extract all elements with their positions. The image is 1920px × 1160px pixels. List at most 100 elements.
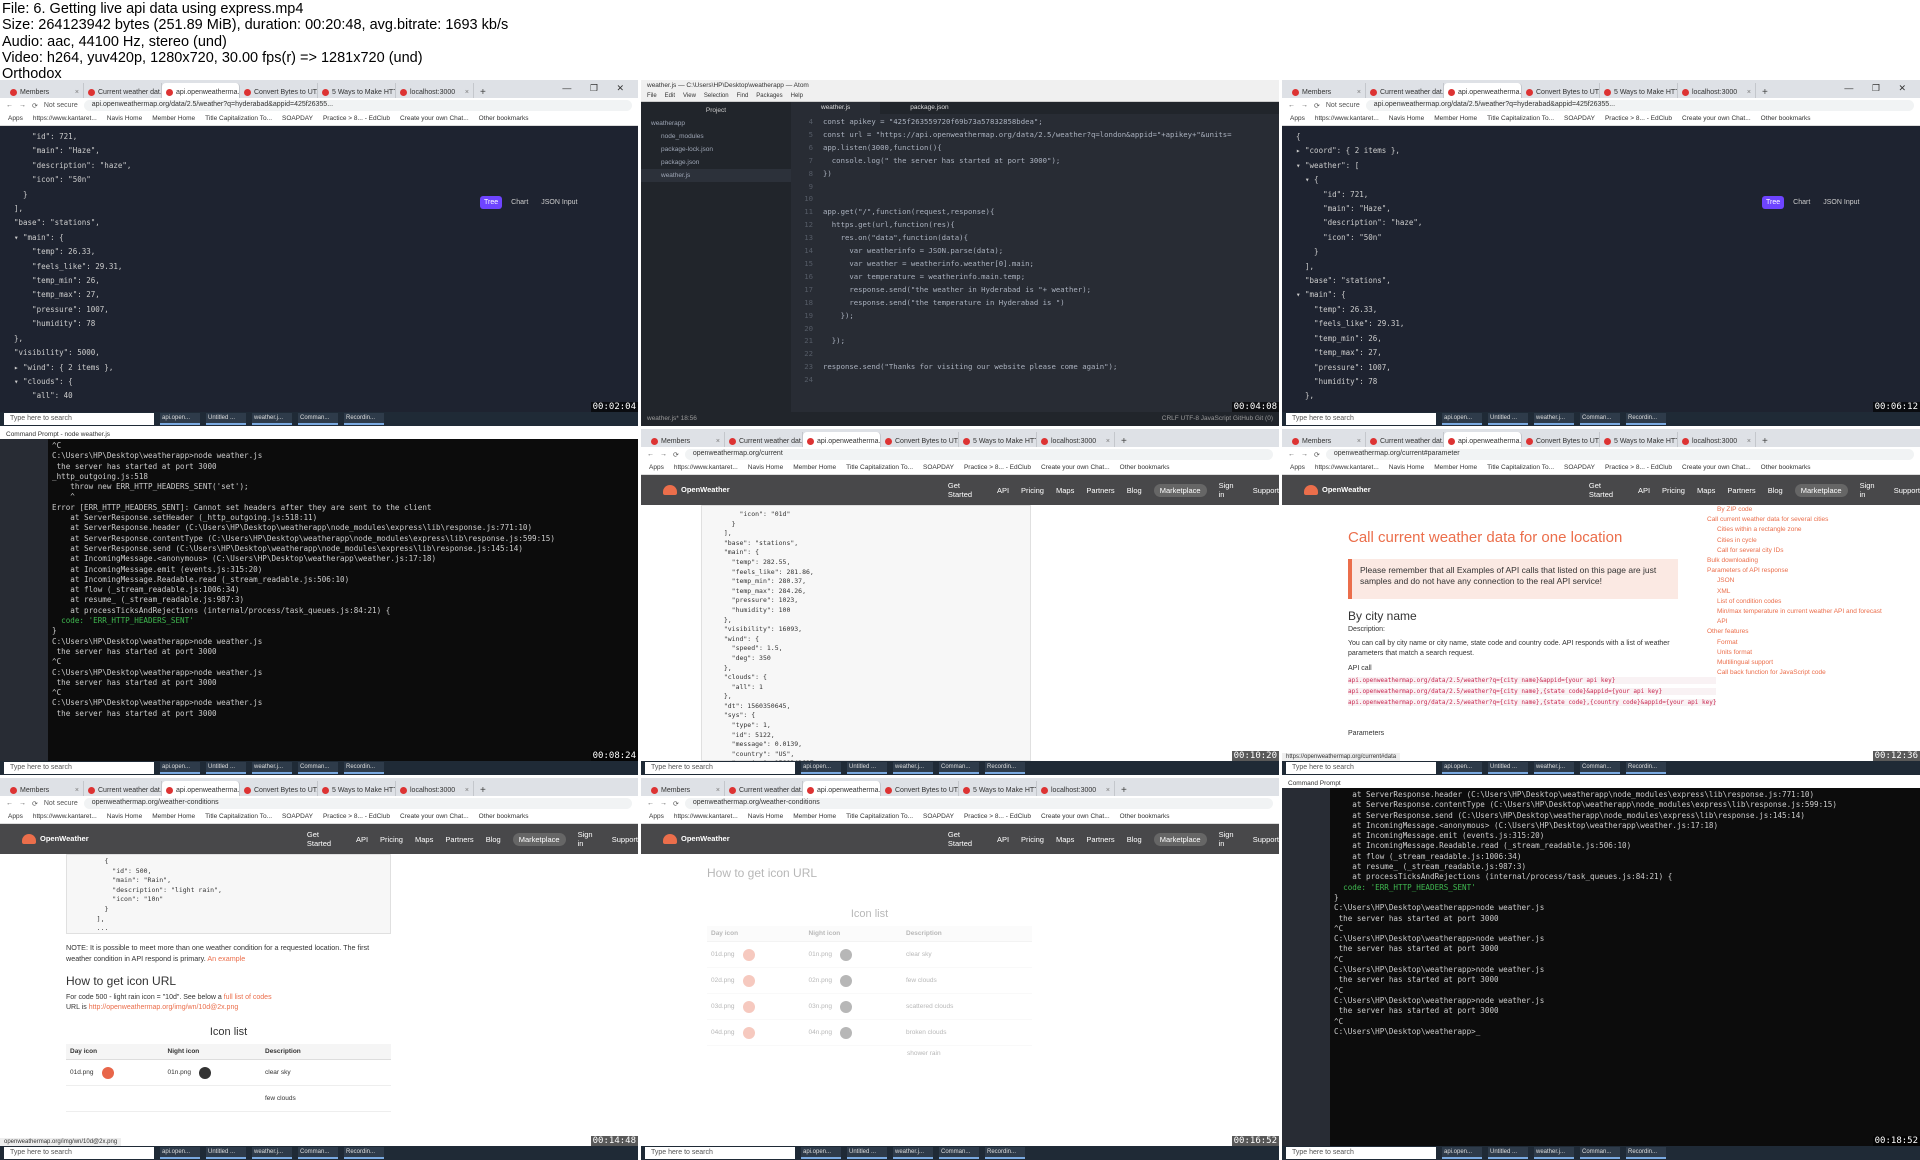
taskbar-app[interactable]: Comman... bbox=[298, 1147, 338, 1159]
bookmark-item[interactable]: Navis Home bbox=[1389, 464, 1424, 472]
window-controls[interactable]: — ❐ ✕ bbox=[562, 83, 632, 94]
taskbar-app[interactable]: api.open... bbox=[160, 413, 200, 425]
nav-item[interactable]: Marketplace bbox=[512, 832, 566, 846]
tree-item[interactable]: weatherapp bbox=[641, 117, 791, 130]
browser-tab[interactable]: api.openweatherma...× bbox=[803, 432, 881, 447]
codes-link[interactable]: full list of codes bbox=[224, 994, 272, 1001]
menu-item[interactable]: Packages bbox=[756, 93, 782, 100]
nav-item[interactable]: Get Started bbox=[948, 481, 985, 499]
side-nav-link[interactable]: Call back function for JavaScript code bbox=[1707, 668, 1887, 678]
bookmark-item[interactable]: Practice > 8... - EdClub bbox=[323, 813, 390, 821]
taskbar-app[interactable]: Comman... bbox=[1580, 413, 1620, 425]
taskbar-app[interactable]: Comman... bbox=[939, 1147, 979, 1159]
browser-tab[interactable]: localhost:3000 × bbox=[1678, 432, 1756, 447]
browser-tab[interactable]: Convert Bytes to UT...× bbox=[240, 83, 318, 98]
json-view-chart-button[interactable]: Chart bbox=[507, 196, 532, 209]
browser-tab[interactable]: 5 Ways to Make HTT...× bbox=[318, 83, 396, 98]
bookmark-item[interactable]: Practice > 8... - EdClub bbox=[323, 115, 390, 123]
bookmark-item[interactable]: SOAPDAY bbox=[282, 813, 313, 821]
openweather-logo[interactable]: OpenWeather bbox=[1304, 485, 1449, 495]
browser-tab[interactable]: Convert Bytes to UT...× bbox=[881, 781, 959, 796]
nav-item[interactable]: API bbox=[997, 835, 1009, 844]
taskbar-app[interactable]: api.open... bbox=[801, 762, 841, 774]
forward-icon[interactable]: → bbox=[1301, 451, 1308, 458]
side-nav-link[interactable]: JSON bbox=[1707, 576, 1887, 586]
bookmark-item[interactable]: https://www.kantaret... bbox=[1315, 464, 1379, 472]
browser-tab[interactable]: 5 Ways to Make HTT...× bbox=[318, 781, 396, 796]
bookmark-item[interactable]: Title Capitalization To... bbox=[205, 813, 272, 821]
menu-item[interactable]: Edit bbox=[665, 93, 675, 100]
bookmark-item[interactable]: SOAPDAY bbox=[923, 464, 954, 472]
side-nav-link[interactable]: Units format bbox=[1707, 648, 1887, 658]
bookmark-item[interactable]: Apps bbox=[8, 115, 23, 123]
icon-url-link[interactable]: http://openweathermap.org/img/wn/10d@2x.… bbox=[89, 1004, 239, 1011]
bookmark-item[interactable]: Other bookmarks bbox=[1761, 115, 1811, 123]
browser-tab[interactable]: localhost:3000 × bbox=[1037, 432, 1115, 447]
new-tab-icon[interactable]: + bbox=[1115, 785, 1133, 796]
bookmark-item[interactable]: Create your own Chat... bbox=[1041, 464, 1110, 472]
taskbar-app[interactable]: Recordin... bbox=[985, 762, 1025, 774]
side-nav-link[interactable]: Other features bbox=[1707, 627, 1887, 637]
reload-icon[interactable]: ⟳ bbox=[32, 800, 38, 808]
taskbar-app[interactable]: weather.j... bbox=[252, 413, 292, 425]
reload-icon[interactable]: ⟳ bbox=[32, 102, 38, 110]
tree-item[interactable]: package-lock.json bbox=[641, 143, 791, 156]
browser-tab[interactable]: Convert Bytes to UT...× bbox=[1522, 83, 1600, 98]
close-tab-icon[interactable]: × bbox=[1747, 89, 1751, 96]
close-tab-icon[interactable]: × bbox=[465, 787, 469, 794]
url-input[interactable]: openweathermap.org/current#parameter bbox=[1325, 449, 1914, 460]
bookmark-item[interactable]: Navis Home bbox=[1389, 115, 1424, 123]
bookmark-item[interactable]: Navis Home bbox=[748, 464, 783, 472]
nav-item[interactable]: Pricing bbox=[1662, 486, 1685, 495]
close-tab-icon[interactable]: × bbox=[1106, 438, 1110, 445]
side-nav-link[interactable]: By ZIP code bbox=[1707, 505, 1887, 515]
bookmark-item[interactable]: SOAPDAY bbox=[1564, 115, 1595, 123]
bookmark-item[interactable]: Navis Home bbox=[107, 813, 142, 821]
browser-tab[interactable]: api.openweatherma...× bbox=[1444, 432, 1522, 447]
close-tab-icon[interactable]: × bbox=[716, 787, 720, 794]
taskbar-app[interactable]: api.open... bbox=[1442, 413, 1482, 425]
bookmark-item[interactable]: https://www.kantaret... bbox=[1315, 115, 1379, 123]
openweather-logo[interactable]: OpenWeather bbox=[663, 834, 808, 844]
reload-icon[interactable]: ⟳ bbox=[1314, 102, 1320, 110]
taskbar-app[interactable]: api.open... bbox=[1442, 762, 1482, 774]
back-icon[interactable]: ← bbox=[6, 800, 13, 807]
reload-icon[interactable]: ⟳ bbox=[673, 800, 679, 808]
bookmark-item[interactable]: Create your own Chat... bbox=[1041, 813, 1110, 821]
browser-tab[interactable]: Current weather dat...× bbox=[725, 432, 803, 447]
url-input[interactable]: openweathermap.org/weather-conditions bbox=[684, 798, 1273, 809]
browser-tab[interactable]: api.openweatherma...× bbox=[1444, 83, 1522, 98]
menu-item[interactable]: Find bbox=[737, 93, 749, 100]
bookmark-item[interactable]: Member Home bbox=[793, 464, 836, 472]
nav-item[interactable]: Support bbox=[1253, 835, 1279, 844]
taskbar-app[interactable]: api.open... bbox=[1442, 1147, 1482, 1159]
browser-tab[interactable]: localhost:3000 × bbox=[1037, 781, 1115, 796]
browser-tab[interactable]: Members × bbox=[1288, 83, 1366, 98]
side-nav-link[interactable]: Cities in cycle bbox=[1707, 536, 1887, 546]
bookmark-item[interactable]: Member Home bbox=[793, 813, 836, 821]
reload-icon[interactable]: ⟳ bbox=[673, 451, 679, 459]
nav-item[interactable]: Support bbox=[1894, 486, 1920, 495]
nav-item[interactable]: Blog bbox=[486, 835, 501, 844]
forward-icon[interactable]: → bbox=[1301, 102, 1308, 109]
browser-tab[interactable]: Members × bbox=[6, 83, 84, 98]
browser-tab[interactable]: Current weather dat...× bbox=[84, 83, 162, 98]
taskbar-app[interactable]: Untitled ... bbox=[1488, 413, 1528, 425]
nav-item[interactable]: Marketplace bbox=[1153, 832, 1207, 846]
back-icon[interactable]: ← bbox=[647, 800, 654, 807]
back-icon[interactable]: ← bbox=[647, 451, 654, 458]
nav-item[interactable]: Blog bbox=[1127, 486, 1142, 495]
bookmark-item[interactable]: Other bookmarks bbox=[479, 813, 529, 821]
browser-tab[interactable]: api.openweatherma...× bbox=[162, 83, 240, 98]
browser-tab[interactable]: Members × bbox=[6, 781, 84, 796]
menu-item[interactable]: Selection bbox=[704, 93, 729, 100]
side-nav-link[interactable]: Parameters of API response bbox=[1707, 566, 1887, 576]
bookmark-item[interactable]: https://www.kantaret... bbox=[674, 813, 738, 821]
bookmark-item[interactable]: Title Capitalization To... bbox=[846, 464, 913, 472]
bookmark-item[interactable]: SOAPDAY bbox=[282, 115, 313, 123]
taskbar-app[interactable]: Recordin... bbox=[1626, 1147, 1666, 1159]
taskbar-app[interactable]: weather.j... bbox=[893, 762, 933, 774]
browser-tab[interactable]: Convert Bytes to UT...× bbox=[881, 432, 959, 447]
bookmark-item[interactable]: Other bookmarks bbox=[1120, 813, 1170, 821]
new-tab-icon[interactable]: + bbox=[1115, 436, 1133, 447]
